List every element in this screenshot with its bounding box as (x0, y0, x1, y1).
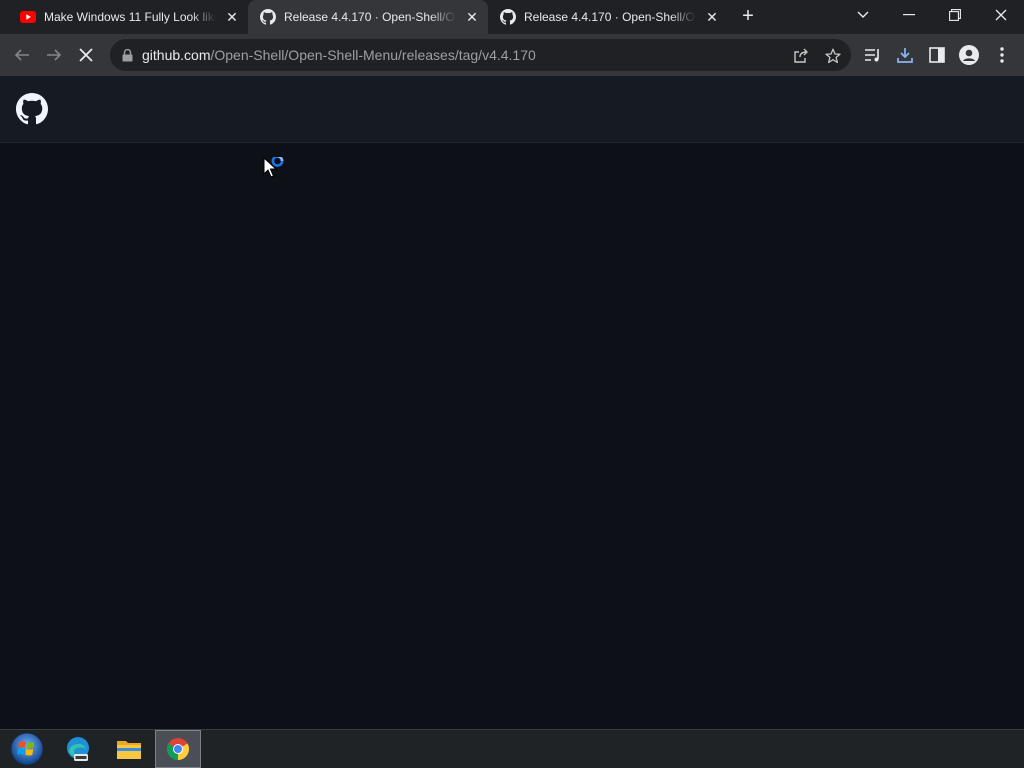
profile-avatar-icon[interactable] (959, 45, 979, 65)
bookmark-star-icon[interactable] (824, 47, 842, 65)
browser-toolbar: github.com/Open-Shell/Open-Shell-Menu/re… (0, 34, 1024, 76)
close-tab-icon[interactable]: ✕ (224, 9, 240, 25)
file-explorer-icon[interactable] (106, 730, 152, 768)
tab-youtube[interactable]: Make Windows 11 Fully Look like ✕ (8, 0, 248, 34)
github-icon (260, 9, 276, 25)
github-logo-icon[interactable] (16, 93, 48, 125)
tab-search-icon[interactable] (840, 0, 886, 30)
minimize-icon[interactable] (886, 0, 932, 30)
tab-github-release-active[interactable]: Release 4.4.170 · Open-Shell/Op ✕ (248, 0, 488, 34)
github-header (0, 76, 1024, 143)
forward-icon[interactable] (41, 42, 67, 68)
busy-cursor-icon (263, 155, 289, 186)
edge-beta-icon[interactable] (55, 730, 101, 768)
tab-title: Make Windows 11 Fully Look like (44, 10, 216, 24)
download-icon[interactable] (895, 45, 915, 65)
youtube-icon (20, 9, 36, 25)
github-icon (500, 9, 516, 25)
tab-strip: Make Windows 11 Fully Look like ✕ Releas… (0, 0, 1024, 34)
new-tab-button[interactable]: + (738, 6, 758, 28)
share-icon[interactable] (792, 47, 810, 65)
chrome-icon[interactable] (155, 730, 201, 768)
close-window-icon[interactable] (978, 0, 1024, 30)
back-icon[interactable] (9, 42, 35, 68)
close-tab-icon[interactable]: ✕ (704, 9, 720, 25)
tab-title: Release 4.4.170 · Open-Shell/Op (284, 10, 456, 24)
tab-github-release[interactable]: Release 4.4.170 · Open-Shell/Op ✕ (488, 0, 728, 34)
side-panel-icon[interactable] (927, 45, 947, 65)
menu-kebab-icon[interactable] (992, 45, 1012, 65)
start-orb-icon[interactable] (4, 730, 50, 768)
close-tab-icon[interactable]: ✕ (464, 9, 480, 25)
stop-loading-icon[interactable] (73, 42, 99, 68)
windows-taskbar (0, 729, 1024, 768)
address-bar[interactable]: github.com/Open-Shell/Open-Shell-Menu/re… (110, 39, 851, 71)
lock-icon[interactable] (120, 48, 134, 62)
page-content (0, 143, 1024, 729)
restore-icon[interactable] (932, 0, 978, 30)
tab-title: Release 4.4.170 · Open-Shell/Op (524, 10, 696, 24)
url-text[interactable]: github.com/Open-Shell/Open-Shell-Menu/re… (142, 47, 536, 63)
reading-list-icon[interactable] (863, 45, 883, 65)
